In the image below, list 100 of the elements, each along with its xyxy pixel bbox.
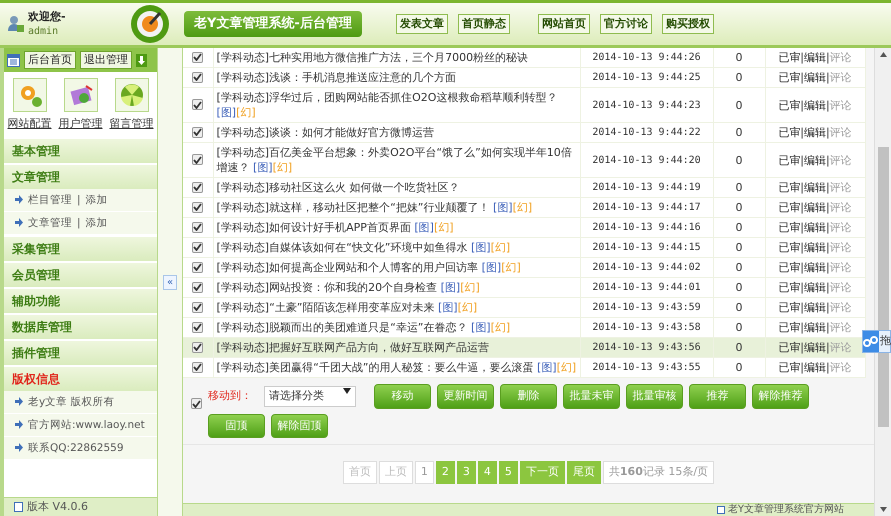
category-select[interactable]: 请选择分类 — [264, 386, 356, 406]
scrollbar[interactable] — [874, 48, 891, 516]
action-link[interactable]: 编辑 — [804, 241, 826, 254]
menu-link[interactable]: 栏目管理 — [28, 192, 72, 206]
checkbox[interactable] — [192, 302, 204, 312]
shortcut-link[interactable]: 留言管理 — [110, 116, 154, 132]
action-link[interactable]: 已审 — [778, 221, 800, 234]
action-link[interactable]: 已审 — [778, 201, 800, 214]
article-title[interactable]: [学科动态]如何设计好手机APP首页界面 [图][幻] — [216, 220, 576, 235]
action-link[interactable]: 编辑 — [804, 154, 826, 166]
header-link[interactable]: 网站首页 — [538, 14, 590, 34]
action-link[interactable]: 编辑 — [804, 71, 826, 84]
menu-section-header[interactable]: 辅助功能 — [4, 286, 157, 312]
checkbox[interactable] — [192, 242, 204, 252]
add-link[interactable]: 添加 — [86, 216, 108, 230]
action-link[interactable]: 已审 — [778, 126, 800, 139]
arrow-icon — [14, 397, 23, 406]
separator-text: | — [800, 301, 804, 314]
article-title[interactable]: [学科动态]如何提高企业网站和个人博客的用户回访率 [图][幻] — [216, 260, 576, 275]
action-link[interactable]: 已审 — [778, 281, 800, 294]
action-link[interactable]: 已审 — [778, 241, 800, 254]
menu-section-header[interactable]: 文章管理 — [4, 162, 157, 188]
article-title[interactable]: [学科动态]网站投资：你和我的20个自身检查 [图][幻] — [216, 280, 576, 295]
header-link[interactable]: 购买授权 — [662, 14, 714, 34]
action-link[interactable]: 已审 — [778, 98, 800, 112]
article-title[interactable]: [学科动态]七种实用地方微信推广方法，三个月7000粉丝的秘诀 — [216, 50, 576, 65]
shortcut-link[interactable]: 网站配置 — [8, 116, 52, 132]
checkbox[interactable] — [192, 222, 204, 232]
checkbox[interactable] — [192, 262, 204, 272]
action-link[interactable]: 编辑 — [804, 51, 826, 64]
action-link[interactable]: 编辑 — [804, 281, 826, 294]
action-link[interactable]: 编辑 — [804, 98, 826, 112]
action-link[interactable]: 编辑 — [804, 321, 826, 334]
action-link[interactable]: 编辑 — [804, 341, 826, 354]
article-title[interactable]: [学科动态]浮华过后，团购网站能否抓住O2O这根救命稻草顺利转型？ [图][幻] — [216, 90, 576, 120]
scroll-down-icon[interactable] — [880, 507, 886, 512]
action-link: 评论 — [830, 98, 852, 112]
action-link[interactable]: 已审 — [778, 51, 800, 64]
float-widget[interactable]: 拖 — [862, 330, 891, 352]
action-link[interactable]: 已审 — [778, 321, 800, 334]
menu-section-header[interactable]: 数据库管理 — [4, 312, 157, 338]
action-link: 评论 — [830, 261, 852, 274]
checkbox[interactable] — [192, 322, 204, 332]
action-link[interactable]: 已审 — [778, 181, 800, 194]
header-link[interactable]: 发表文章 — [396, 14, 448, 34]
action-link[interactable]: 编辑 — [804, 201, 826, 214]
add-link[interactable]: 添加 — [86, 192, 108, 206]
date-cell: 2014-10-13 9:44:16 — [580, 218, 713, 238]
official-site-link[interactable]: 老Y文章管理系统官方网站 — [728, 504, 844, 516]
action-link[interactable]: 已审 — [778, 261, 800, 274]
action-link[interactable]: 已审 — [778, 154, 800, 166]
article-title[interactable]: [学科动态]百亿美金平台想象：外卖O2O平台“饿了么”如何实现半年10倍增速？ [图][幻] — [216, 145, 576, 175]
action-link[interactable]: 已审 — [778, 71, 800, 84]
action-link[interactable]: 编辑 — [804, 361, 826, 374]
separator-text: | — [800, 201, 804, 214]
count-cell: 0 — [713, 122, 765, 142]
action-link[interactable]: 已审 — [778, 361, 800, 374]
checkbox[interactable] — [192, 282, 204, 292]
separator-text: | — [826, 341, 830, 354]
menu-section-header[interactable]: 会员管理 — [4, 260, 157, 286]
article-title[interactable]: [学科动态]美团赢得“千团大战”的用人秘笈：要么牛逼，要么滚蛋 [图][幻] — [216, 360, 576, 375]
separator-text: | — [826, 51, 830, 64]
separator-text: | — [800, 241, 804, 254]
article-title[interactable]: [学科动态]谈谈：如何才能做好官方微博运营 — [216, 125, 576, 140]
count-cell: 0 — [713, 298, 765, 318]
collapse-button[interactable]: « — [162, 274, 178, 290]
menu-section-header[interactable]: 基本管理 — [4, 136, 157, 162]
checkbox[interactable] — [192, 126, 204, 138]
article-title[interactable]: [学科动态]浅谈：手机消息推送应注意的几个方面 — [216, 70, 576, 85]
checkbox[interactable] — [192, 154, 204, 165]
article-title[interactable]: [学科动态]移动社区这么火 如何做一个吃货社区？ — [216, 180, 576, 195]
checkbox[interactable] — [192, 342, 204, 352]
menu-link[interactable]: 文章管理 — [28, 216, 72, 230]
shortcut-link[interactable]: 用户管理 — [58, 116, 102, 132]
checkbox[interactable] — [192, 52, 204, 62]
article-title[interactable]: [学科动态]就这样，移动社区把整个“把妹”行业颠覆了！ [图][幻] — [216, 200, 576, 215]
action-link[interactable]: 编辑 — [804, 221, 826, 234]
sidebar-top-button[interactable]: 退出管理 — [80, 51, 132, 69]
article-title[interactable]: [学科动态]脱颖而出的美团难道只是“幸运”在眷恋？ [图][幻] — [216, 320, 576, 335]
action-link[interactable]: 编辑 — [804, 301, 826, 314]
checkbox[interactable] — [192, 362, 204, 372]
count-cell: 0 — [713, 358, 765, 378]
checkbox[interactable] — [192, 182, 204, 192]
header-link[interactable]: 官方讨论 — [600, 14, 652, 34]
article-title[interactable]: [学科动态]“土豪”陌陌该怎样用变革应对未来 [图][幻] — [216, 300, 576, 315]
action-link[interactable]: 编辑 — [804, 261, 826, 274]
menu-section-header[interactable]: 插件管理 — [4, 338, 157, 364]
action-link[interactable]: 编辑 — [804, 181, 826, 194]
article-title[interactable]: [学科动态]自媒体该如何在“快文化”环境中如鱼得水 [图][幻] — [216, 240, 576, 255]
action-link[interactable]: 编辑 — [804, 126, 826, 139]
checkbox[interactable] — [192, 202, 204, 212]
scroll-up-icon[interactable] — [880, 52, 886, 57]
checkbox[interactable] — [192, 99, 204, 110]
header-link[interactable]: 首页静态 — [458, 14, 510, 34]
checkbox[interactable] — [192, 72, 204, 82]
sidebar-top-button[interactable]: 后台首页 — [24, 51, 76, 69]
select-all-checkbox[interactable] — [191, 398, 202, 409]
action-link[interactable]: 已审 — [778, 301, 800, 314]
action-link[interactable]: 已审 — [778, 341, 800, 354]
menu-section-header[interactable]: 采集管理 — [4, 234, 157, 260]
